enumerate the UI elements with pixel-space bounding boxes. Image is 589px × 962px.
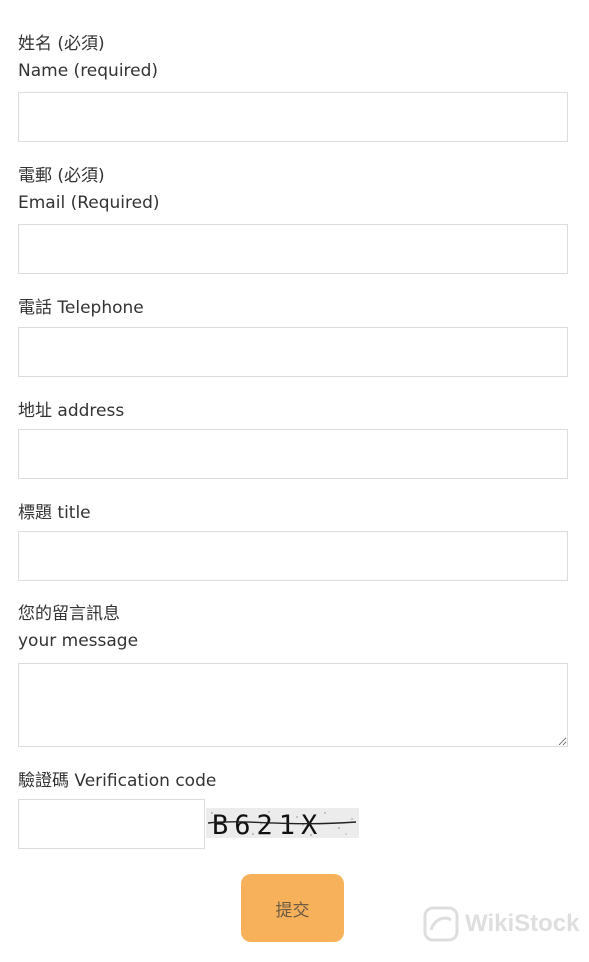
telephone-label: 電話 Telephone [18, 298, 144, 318]
email-input[interactable] [18, 224, 568, 274]
address-label: 地址 address [18, 401, 125, 421]
email-label-en: Email (Required) [18, 193, 160, 213]
telephone-input[interactable] [18, 327, 568, 377]
message-textarea[interactable] [18, 663, 568, 747]
wikistock-logo-icon [423, 906, 459, 942]
name-input[interactable] [18, 92, 568, 142]
captcha-input[interactable] [18, 799, 205, 849]
captcha-graphic: B621X [207, 810, 357, 838]
title-input[interactable] [18, 531, 568, 581]
title-label: 標題 title [18, 503, 91, 523]
name-label: 姓名 (必須) [18, 34, 105, 54]
address-input[interactable] [18, 429, 568, 479]
watermark-text: WikiStock [465, 910, 580, 937]
submit-button[interactable]: 提交 [241, 874, 344, 942]
contact-form: 姓名 (必須) Name (required) 電郵 (必須) Email (R… [0, 0, 589, 962]
watermark: WikiStock [423, 906, 579, 942]
captcha-image[interactable]: B621X [206, 808, 359, 838]
name-label-en: Name (required) [18, 61, 159, 81]
captcha-label: 驗證碼 Verification code [18, 771, 217, 791]
email-label: 電郵 (必須) [18, 166, 105, 186]
message-label: 您的留言訊息 [18, 604, 120, 624]
message-label-en: your message [18, 631, 139, 651]
